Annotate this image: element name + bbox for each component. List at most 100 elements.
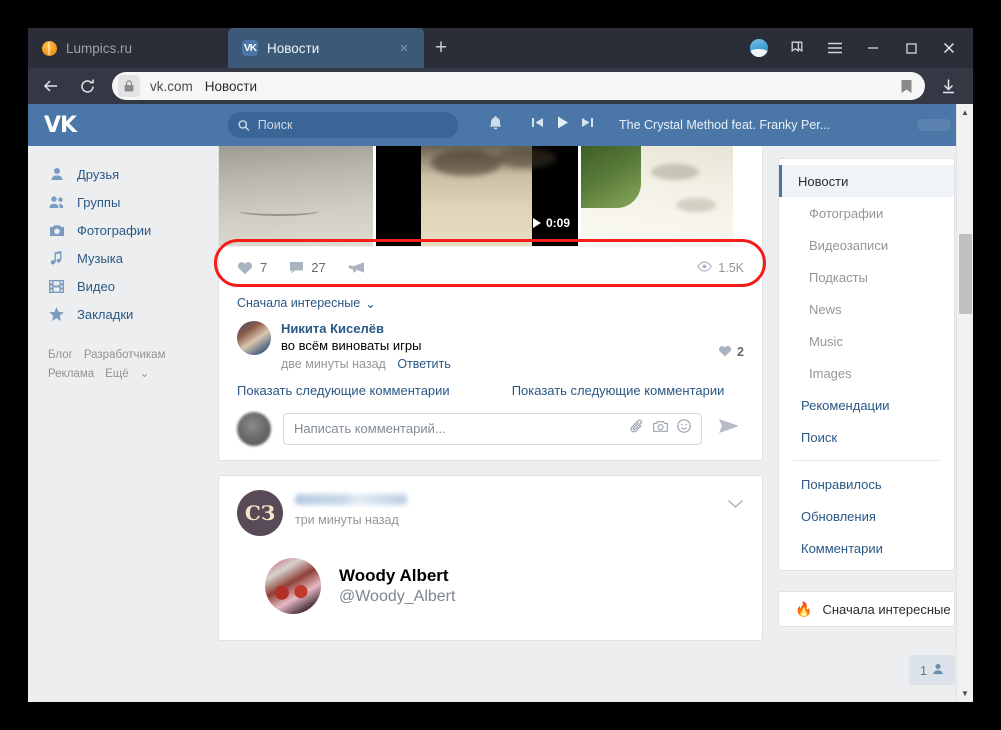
chevron-down-icon[interactable] (727, 490, 744, 514)
skip-previous-icon[interactable] (531, 116, 544, 134)
sort-mode-card[interactable]: 🔥 Сначала интересные (778, 591, 955, 627)
star-icon (48, 306, 65, 323)
close-icon[interactable]: × (396, 40, 412, 56)
audio-volume-slider[interactable] (917, 119, 951, 131)
footer-link-ads[interactable]: Реклама (48, 368, 94, 380)
profile-avatar-icon[interactable] (741, 30, 777, 66)
comments-section: Сначала интересные ⌄ Никита Киселёв во в… (219, 288, 762, 460)
post-attachment[interactable]: Woody Albert @Woody_Albert (219, 536, 762, 640)
right-nav-item-images[interactable]: Images (779, 357, 954, 389)
search-input[interactable] (257, 118, 448, 132)
maximize-button[interactable] (893, 30, 929, 66)
camera-icon (48, 222, 65, 239)
comment-input[interactable] (294, 421, 630, 436)
right-nav-item-obnovleniya[interactable]: Обновления (779, 500, 954, 532)
right-nav-item-fotografii[interactable]: Фотографии (779, 197, 954, 229)
avatar (265, 557, 321, 614)
download-icon[interactable] (931, 71, 965, 101)
right-nav-item-rekomendacii[interactable]: Рекомендации (779, 389, 954, 421)
hamburger-menu-icon[interactable] (817, 30, 853, 66)
lumpics-favicon-icon (42, 40, 57, 56)
right-nav-item-novosti[interactable]: Новости (779, 165, 954, 197)
right-nav-item-videozapisi[interactable]: Видеозаписи (779, 229, 954, 261)
divider (793, 460, 940, 461)
comments-sort-link[interactable]: Сначала интересные ⌄ (237, 296, 376, 311)
footer-link-blog[interactable]: Блог (48, 349, 73, 361)
right-nav-item-poisk[interactable]: Поиск (779, 421, 954, 453)
video-duration-badge: 0:09 (532, 216, 570, 230)
post-card-1: 0:09 7 27 1.5K Сначала интересные ⌄ Ники… (214, 146, 766, 461)
comment-author[interactable]: Никита Киселёв (281, 321, 708, 336)
post-photo-1[interactable] (219, 146, 373, 246)
paperclip-icon[interactable] (630, 419, 644, 439)
comment-like-button[interactable]: 2 (718, 345, 744, 360)
tab-lumpics[interactable]: Lumpics.ru (28, 28, 228, 68)
right-nav-label: Подкасты (809, 269, 868, 285)
show-more-comments-left[interactable]: Показать следующие комментарии (237, 383, 450, 398)
right-nav-item-music[interactable]: Music (779, 325, 954, 357)
post-card-2: СЗ три минуты назад Woody Albert @Woody_… (218, 474, 763, 641)
play-icon (532, 218, 541, 228)
comment-reply-link[interactable]: Ответить (397, 357, 450, 371)
post-author-name[interactable] (295, 493, 407, 505)
right-nav-label: Рекомендации (801, 397, 890, 413)
new-tab-button[interactable]: + (424, 31, 458, 65)
comment-input-wrap[interactable] (283, 412, 702, 445)
sidebar-item-label: Музыка (77, 250, 123, 266)
right-nav-label: Новости (798, 173, 849, 189)
lock-icon (118, 75, 140, 97)
window-controls (741, 28, 973, 68)
chevron-down-icon: ⌄ (139, 368, 150, 380)
sidebar-item-muzyka[interactable]: Музыка (48, 244, 218, 272)
page-columns: Друзья Группы Фотографии Музыка Видео За… (28, 146, 973, 702)
right-nav-item-ponravilos[interactable]: Понравилось (779, 468, 954, 500)
post-photo-2[interactable] (581, 146, 733, 246)
avatar[interactable]: СЗ (237, 489, 283, 536)
vk-search-box[interactable] (228, 112, 458, 138)
tab-novosti[interactable]: VK Новости × (228, 28, 424, 68)
right-nav-item-podkasty[interactable]: Подкасты (779, 261, 954, 293)
comment-text: во всём виноваты игры (281, 337, 422, 353)
comment-composer (237, 411, 744, 446)
smiley-icon[interactable] (677, 419, 691, 438)
sidebar-item-fotografii[interactable]: Фотографии (48, 216, 218, 244)
share-button[interactable] (348, 261, 365, 274)
vertical-scroll-thumb[interactable] (959, 234, 972, 314)
skip-next-icon[interactable] (581, 116, 594, 134)
sidebar-item-zakladki[interactable]: Закладки (48, 300, 218, 328)
play-icon[interactable] (555, 115, 570, 135)
post-media-row: 0:09 (219, 146, 762, 246)
comment-button[interactable]: 27 (289, 260, 326, 275)
right-nav-item-news[interactable]: News (779, 293, 954, 325)
comment-like-count: 2 (737, 345, 744, 359)
like-button[interactable]: 7 (237, 260, 267, 275)
comments-sort-label: Сначала интересные (237, 296, 361, 310)
footer-link-more[interactable]: Ещё (105, 368, 129, 380)
sidebar-item-druzya[interactable]: Друзья (48, 160, 218, 188)
search-icon (238, 119, 250, 131)
post-video-1[interactable]: 0:09 (376, 146, 578, 246)
back-button[interactable] (36, 71, 66, 101)
bookmark-icon[interactable] (900, 79, 913, 94)
reload-button[interactable] (72, 71, 102, 101)
vertical-scrollbar[interactable]: ▲ ▼ (956, 104, 973, 702)
collections-icon[interactable] (779, 30, 815, 66)
camera-icon[interactable] (653, 420, 668, 438)
footer-link-developers[interactable]: Разработчикам (84, 349, 166, 361)
vk-logo[interactable]: VK (44, 113, 96, 138)
sidebar-item-video[interactable]: Видео (48, 272, 218, 300)
scroll-up-arrow[interactable]: ▲ (957, 104, 973, 121)
url-bar[interactable]: vk.com Новости (112, 72, 925, 100)
scroll-down-arrow[interactable]: ▼ (957, 685, 973, 702)
show-more-comments-right[interactable]: Показать следующие комментарии (512, 383, 725, 398)
minimize-button[interactable] (855, 30, 891, 66)
bell-icon[interactable] (488, 115, 503, 136)
people-icon (48, 194, 65, 211)
address-bar: vk.com Новости (28, 68, 973, 104)
close-window-button[interactable] (931, 30, 967, 66)
right-nav-item-kommentarii[interactable]: Комментарии (779, 532, 954, 564)
online-counter[interactable]: 1 (909, 655, 955, 685)
sidebar-item-gruppy[interactable]: Группы (48, 188, 218, 216)
avatar[interactable] (237, 320, 271, 355)
send-arrow-icon[interactable] (714, 417, 744, 440)
